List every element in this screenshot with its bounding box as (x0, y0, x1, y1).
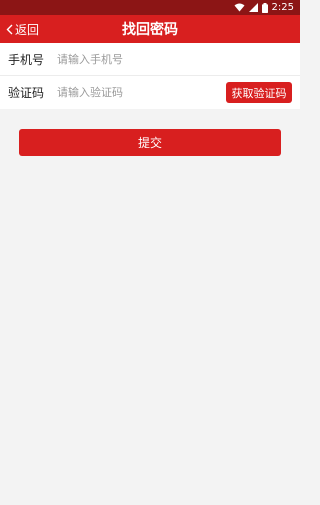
get-code-button[interactable]: 获取验证码 (226, 82, 292, 103)
wifi-icon (234, 3, 245, 12)
verification-code-input[interactable] (57, 81, 217, 104)
status-bar: 2:25 (0, 0, 300, 15)
page-title: 找回密码 (122, 22, 178, 38)
nav-bar: 返回 找回密码 (0, 15, 300, 43)
code-row: 验证码 获取验证码 (0, 76, 300, 109)
reset-password-form: 手机号 验证码 获取验证码 (0, 43, 300, 109)
submit-button[interactable]: 提交 (19, 129, 281, 156)
cell-signal-icon (248, 3, 258, 12)
battery-icon (261, 2, 268, 13)
code-label: 验证码 (8, 86, 45, 100)
status-time: 2:25 (271, 2, 294, 13)
status-indicators: 2:25 (234, 0, 294, 15)
phone-input[interactable] (57, 48, 217, 70)
phone-row: 手机号 (0, 43, 300, 76)
phone-label: 手机号 (8, 52, 45, 67)
